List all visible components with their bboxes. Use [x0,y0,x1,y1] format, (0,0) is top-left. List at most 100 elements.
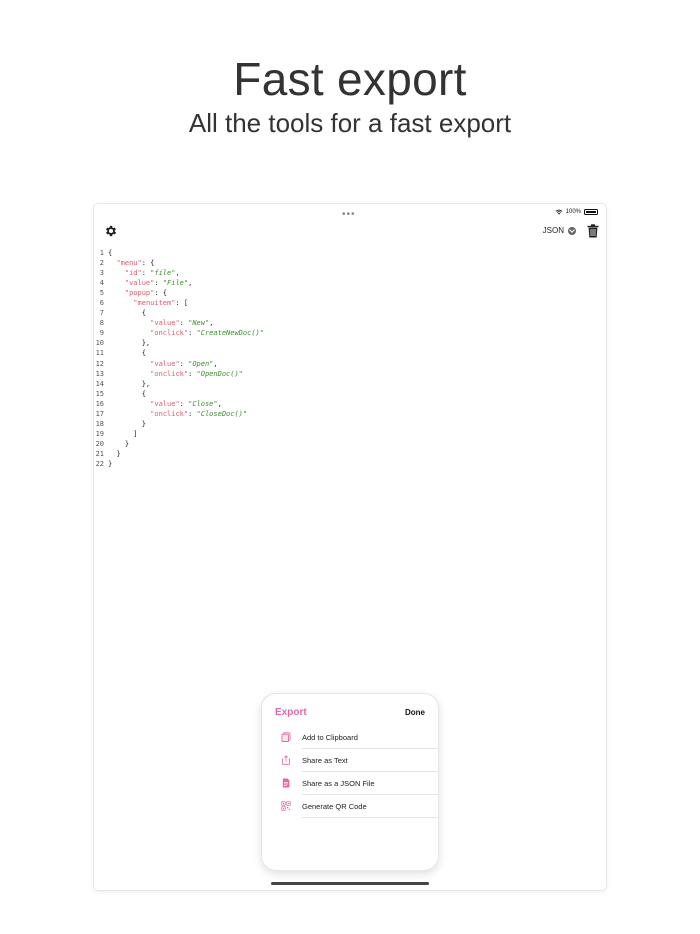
multitasking-dots[interactable]: ••• [342,209,356,220]
line-number: 13 [95,369,104,378]
code-text: } [108,449,120,459]
json-punctuation: : [179,399,189,408]
code-line: 21 } [94,449,264,459]
json-punctuation: : { [141,259,155,268]
code-line: 13 "onclick": "OpenDoc()" [94,369,264,379]
line-number: 21 [95,449,104,458]
line-number: 10 [95,339,104,348]
json-string: "OpenDoc()" [196,369,243,378]
code-text: { [108,308,146,318]
gear-icon[interactable] [104,224,118,238]
battery-percent: 100% [565,209,581,215]
code-line: 8 "value": "New", [94,318,264,328]
code-text: "value": "Close", [108,399,222,409]
code-line: 14 }, [94,379,264,389]
line-number: 22 [95,459,104,468]
code-text: "id": "file", [108,268,180,278]
json-key: "menu" [116,259,142,268]
code-line: 2 "menu": { [94,258,264,268]
json-punctuation: , [209,319,214,328]
json-punctuation: }, [141,339,151,348]
json-key: "id" [124,269,142,278]
code-line: 15 { [94,389,264,399]
code-text: }, [108,379,150,389]
line-number: 15 [95,389,104,398]
json-string: "CreateNewDoc()" [196,329,264,338]
code-text: "menu": { [108,258,154,268]
json-punctuation: { [141,389,146,398]
code-text: { [108,248,112,258]
option-label: Generate QR Code [302,801,367,811]
json-key: "menuitem" [133,299,176,308]
line-number: 4 [99,279,104,288]
line-number: 1 [99,249,104,257]
line-number: 8 [99,319,104,328]
share-icon [282,755,290,765]
code-line: 6 "menuitem": [ [94,298,264,308]
json-punctuation: } [141,419,146,428]
status-bar: 100% [555,209,598,215]
code-line: 11 { [94,348,264,358]
json-string: "CloseDoc()" [196,409,248,418]
json-key: "onclick" [150,329,189,338]
line-number: 7 [99,309,104,318]
json-string: "New" [188,319,210,328]
code-text: "value": "File", [108,278,192,288]
json-punctuation: , [188,279,193,288]
json-punctuation: } [124,439,130,448]
format-selector[interactable]: JSON [543,226,576,235]
code-text: } [108,459,112,469]
code-line: 9 "onclick": "CreateNewDoc()" [94,328,264,338]
promo-title: Fast export [233,53,467,105]
line-number: 18 [95,419,104,428]
json-editor[interactable]: 1{2 "menu": {3 "id": "file", 4 "value": "… [94,248,264,469]
json-punctuation: : [154,279,163,288]
json-punctuation: : [188,329,197,338]
line-number: 16 [95,399,104,408]
json-string: "Close" [188,399,218,408]
line-number: 12 [95,359,104,368]
code-text: "popup": { [108,288,167,298]
json-punctuation: : [188,369,197,378]
code-line: 18 } [94,419,264,429]
line-number: 9 [99,329,104,338]
code-text: "value": "New", [108,318,213,328]
json-punctuation: , [213,359,218,368]
battery-icon [584,209,598,215]
line-number: 20 [95,439,104,448]
json-key: "onclick" [150,409,189,418]
json-key: "value" [150,319,180,328]
json-punctuation: } [108,459,113,468]
code-text: { [108,348,146,358]
option-label: Share as Text [302,755,348,765]
generate-qr-code-option[interactable]: Generate QR Code [281,795,438,818]
code-line: 7 { [94,308,264,318]
option-label: Share as a JSON File [302,778,375,788]
json-punctuation: : [141,269,151,278]
export-sheet: Export Done Add to Clipboard Share as Te… [262,694,438,870]
json-punctuation: , [175,269,180,278]
share-as-text-option[interactable]: Share as Text [282,749,438,772]
trash-icon[interactable] [587,224,599,238]
home-indicator[interactable] [271,882,429,885]
json-key: "value" [124,279,155,288]
json-punctuation: }, [141,379,151,388]
done-button[interactable]: Done [405,708,425,717]
json-punctuation: , [217,399,222,408]
share-json-file-option[interactable]: Share as a JSON File [282,772,438,795]
export-options-list: Add to Clipboard Share as Text Share as … [276,726,438,818]
line-number: 17 [95,409,104,418]
add-to-clipboard-option[interactable]: Add to Clipboard [281,726,438,749]
line-number: 2 [99,259,104,268]
device-screen: ••• 100% JSON 1{2 "menu": {3 "id": "file… [94,204,606,890]
